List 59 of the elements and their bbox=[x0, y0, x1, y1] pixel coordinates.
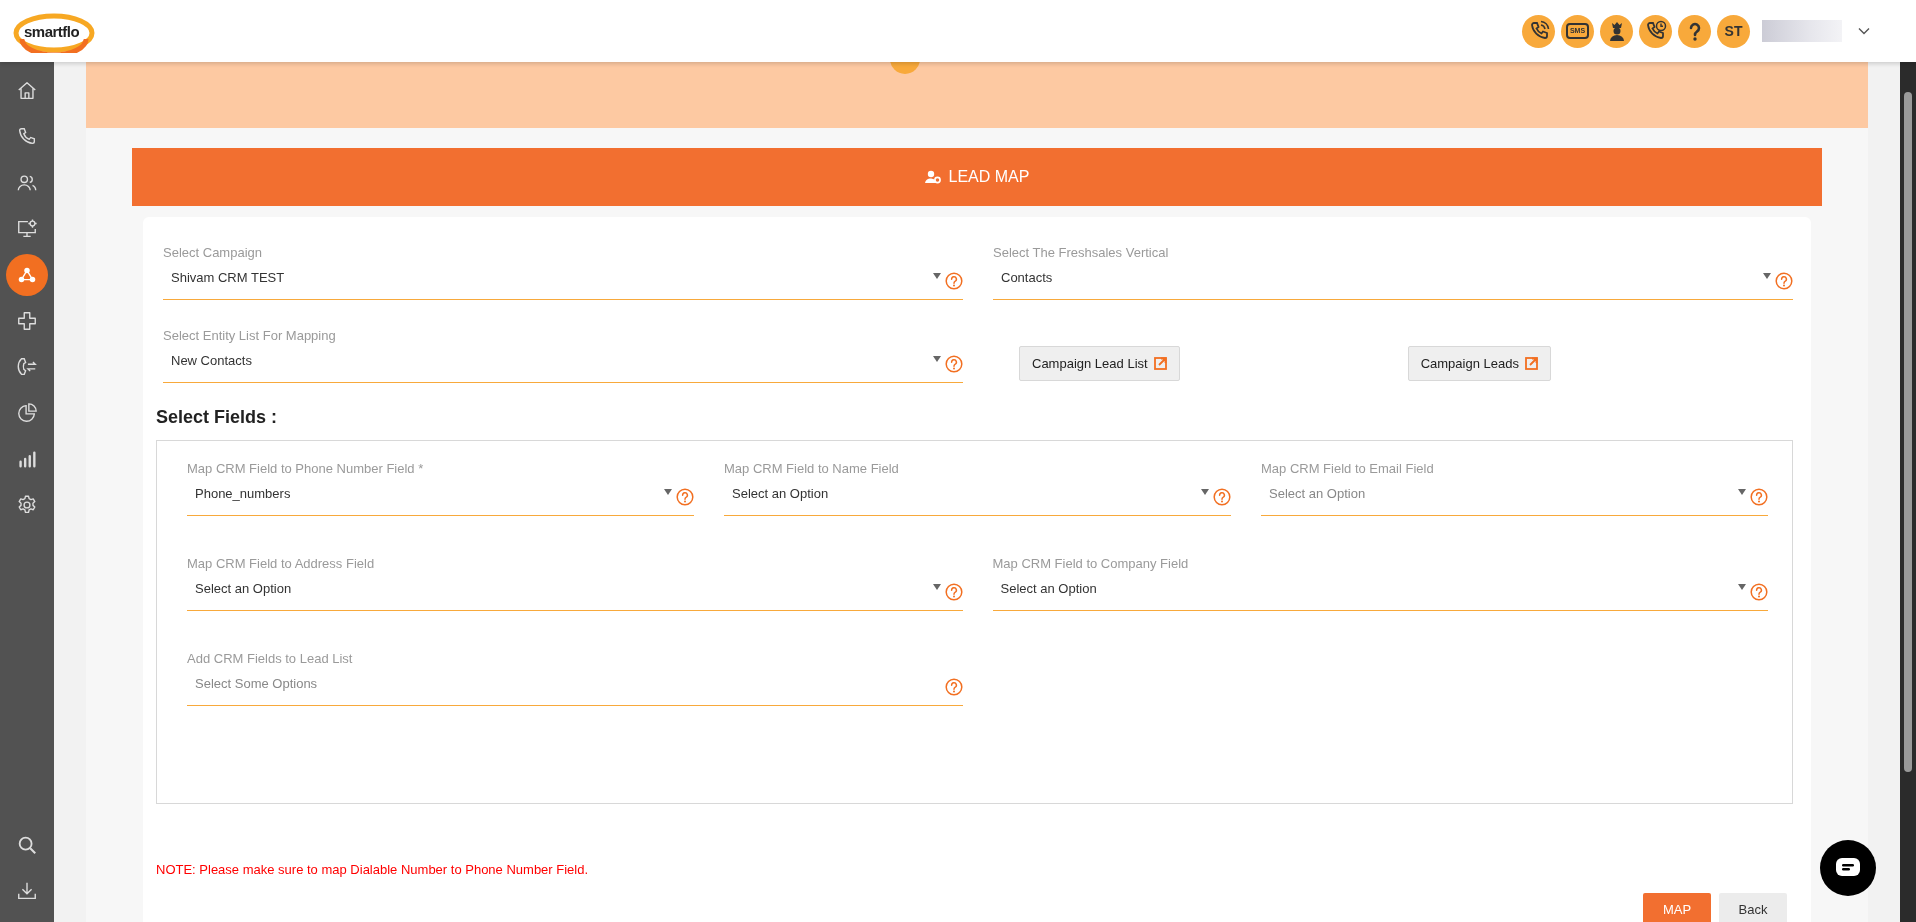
home-icon[interactable] bbox=[16, 80, 38, 102]
select-field[interactable]: Contacts bbox=[993, 263, 1793, 300]
dropdown-caret-icon bbox=[933, 273, 941, 279]
dropdown-caret-icon bbox=[1738, 489, 1746, 495]
user-gear-icon bbox=[924, 170, 941, 184]
field-label: Map CRM Field to Email Field bbox=[1261, 461, 1435, 478]
select-field[interactable]: Phone_numbers bbox=[187, 479, 694, 516]
download-icon[interactable] bbox=[16, 880, 38, 902]
panel-title: LEAD MAP bbox=[948, 168, 1030, 186]
scrollbar-thumb[interactable] bbox=[1904, 92, 1912, 772]
dropdown-caret-icon bbox=[933, 356, 941, 362]
help-icon[interactable] bbox=[1213, 488, 1231, 506]
help-icon[interactable] bbox=[1775, 272, 1793, 290]
field-label: Map CRM Field to Company Field bbox=[992, 556, 1190, 573]
chevron-down-icon[interactable] bbox=[1858, 27, 1870, 35]
network-nav-item[interactable] bbox=[6, 254, 48, 296]
field-label: Map CRM Field to Address Field bbox=[187, 556, 376, 573]
bar-chart-icon[interactable] bbox=[16, 448, 38, 470]
link-button[interactable]: Campaign Leads bbox=[1407, 346, 1551, 381]
select-field[interactable]: New Contacts bbox=[163, 346, 963, 383]
select-field[interactable]: Select an Option bbox=[724, 479, 1231, 516]
multi-select-field[interactable]: Select Some Options bbox=[187, 669, 963, 706]
dropdown-caret-icon bbox=[1763, 273, 1771, 279]
settings-icon[interactable] bbox=[16, 494, 38, 516]
help-icon[interactable] bbox=[945, 355, 963, 373]
dropdown-caret-icon bbox=[932, 584, 941, 590]
select-field[interactable]: Select an Option bbox=[187, 574, 963, 611]
back-button[interactable]: Back bbox=[1719, 893, 1787, 922]
help-icon[interactable] bbox=[944, 583, 963, 601]
dropdown-caret-icon bbox=[1738, 584, 1746, 590]
select-field[interactable]: Shivam CRM TEST bbox=[163, 263, 963, 300]
field-label: Select The Freshsales Vertical bbox=[993, 245, 1170, 262]
help-icon[interactable] bbox=[1750, 488, 1768, 506]
chat-icon[interactable] bbox=[1835, 857, 1861, 879]
dropdown-caret-icon bbox=[1201, 489, 1209, 495]
select-field[interactable]: Select an Option bbox=[992, 574, 1768, 611]
pie-chart-icon[interactable] bbox=[16, 402, 38, 424]
select-field[interactable]: Select an Option bbox=[1261, 479, 1768, 516]
help-icon[interactable] bbox=[944, 678, 963, 696]
external-link-icon bbox=[1524, 357, 1538, 370]
monitor-gear-icon[interactable] bbox=[16, 218, 38, 240]
field-label: Map CRM Field to Name Field bbox=[724, 461, 900, 478]
field-label: Select Entity List For Mapping bbox=[163, 328, 337, 345]
field-label: Select Campaign bbox=[163, 245, 263, 262]
help-icon[interactable] bbox=[1750, 583, 1768, 601]
plus-outline-icon[interactable] bbox=[16, 310, 38, 332]
search-icon[interactable] bbox=[16, 834, 38, 856]
help-icon[interactable] bbox=[676, 488, 694, 506]
user-avatar[interactable]: ST bbox=[1717, 14, 1750, 48]
dropdown-caret-icon bbox=[664, 489, 672, 495]
section-title: Select Fields : bbox=[156, 407, 279, 428]
scrollbar[interactable] bbox=[1900, 62, 1916, 922]
note-text: NOTE: Please make sure to map Dialable Number to Phone Number Field. bbox=[156, 862, 590, 877]
link-button[interactable]: Campaign Lead List bbox=[1019, 346, 1180, 381]
external-link-icon bbox=[1153, 357, 1167, 370]
help-icon[interactable] bbox=[945, 272, 963, 290]
field-label: Add CRM Fields to Lead List bbox=[187, 651, 354, 668]
phone-transfer-icon[interactable] bbox=[16, 356, 38, 378]
field-label: Map CRM Field to Phone Number Field * bbox=[187, 461, 425, 478]
